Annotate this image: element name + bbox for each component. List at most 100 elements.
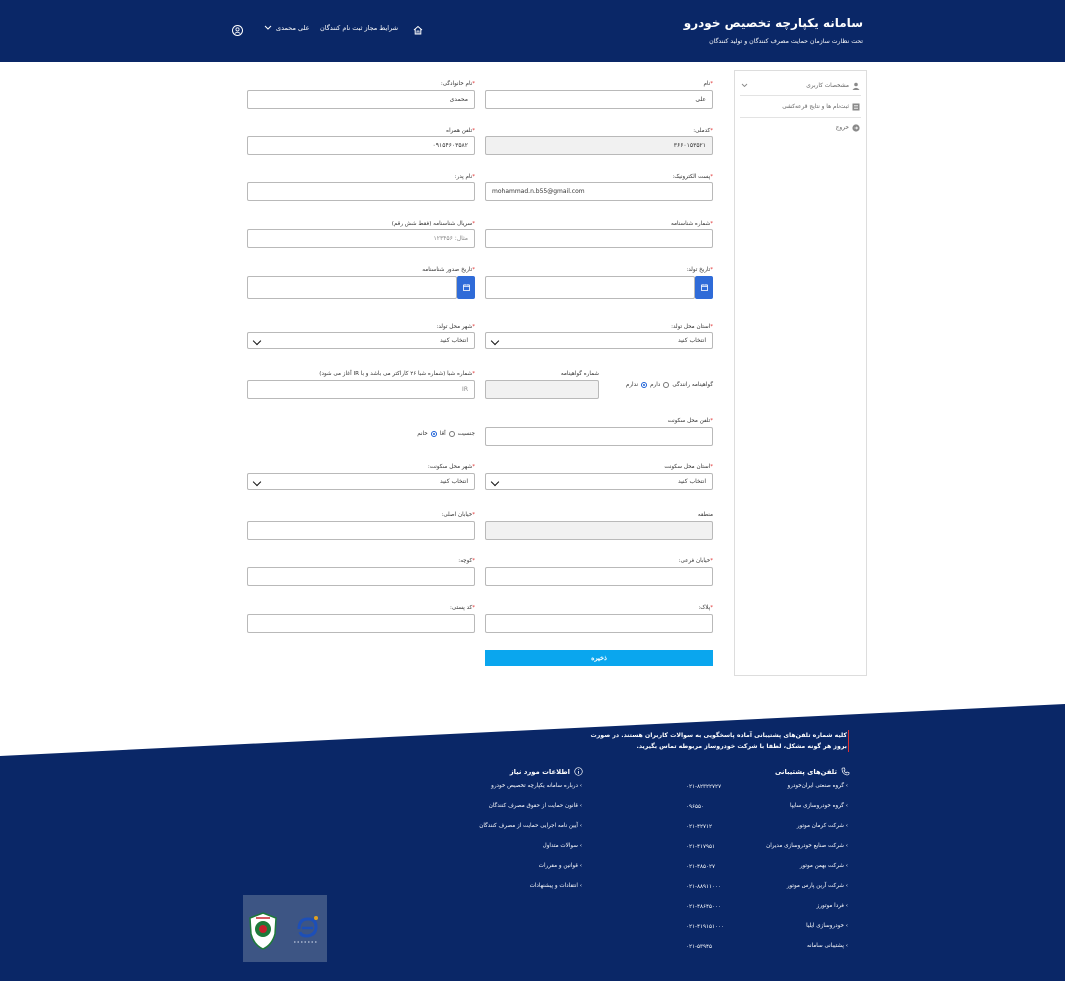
residence-province-label: *استان محل سکونت (664, 464, 713, 470)
info-link[interactable]: › قوانین و مقررات (539, 863, 582, 869)
residence-city-select[interactable]: انتخاب کنید (247, 473, 475, 490)
last-name-input[interactable]: محمدی (247, 90, 475, 109)
id-number-input[interactable] (485, 229, 713, 248)
info-link[interactable]: › درباره سامانه یکپارچه تخصیص خودرو (491, 783, 582, 789)
birth-city-select[interactable]: انتخاب کنید (247, 332, 475, 349)
profile-icon[interactable] (232, 25, 243, 36)
info-link[interactable]: › قانون حمایت از حقوق مصرف کنندگان (489, 803, 582, 809)
chevron-down-icon (252, 477, 262, 487)
nav-registration-rules[interactable]: شرایط مجاز ثبت نام کنندگان (320, 24, 398, 32)
support-phone-number: ۰۲۱-۴۱۹۱۵۱۰۰۰ (686, 924, 725, 930)
postal-code-input[interactable] (247, 614, 475, 633)
main-street-input[interactable] (247, 521, 475, 540)
birth-province-label: *استان محل تولد: (671, 324, 713, 330)
support-company-item[interactable]: › شرکت کرمان موتور (797, 823, 848, 829)
support-company-item[interactable]: › شرکت آرین پارس موتور (787, 883, 848, 889)
birth-date-calendar-button[interactable] (695, 276, 713, 299)
birth-province-select[interactable]: انتخاب کنید (485, 332, 713, 349)
sidebar-divider (740, 95, 861, 96)
support-company-item[interactable]: › شرکت صنایع خودروسازی مدیران (766, 843, 848, 849)
calendar-icon (462, 284, 470, 291)
residence-phone-input[interactable] (485, 427, 713, 446)
alley-label: *کوچه: (458, 558, 475, 564)
sidebar-item-profile[interactable]: مشخصات کاربری (806, 82, 860, 90)
enamad-trust-icon[interactable] (289, 911, 323, 949)
support-company-item[interactable]: › شرکت بهمن موتور (800, 863, 848, 869)
info-link[interactable]: › انتقادات و پیشنهادات (530, 883, 582, 889)
support-phone-number: ۰۲۱-۸۲۳۲۲۷۲۷ (686, 784, 722, 790)
mobile-label: *تلفن همراه (446, 128, 475, 134)
support-company-item[interactable]: › خودروسازی ایلیا (806, 923, 848, 929)
support-phone-number: ۰۲۱-۴۲۷۱۲ (686, 824, 713, 830)
id-issue-date-calendar-button[interactable] (457, 276, 475, 299)
support-company-item[interactable]: › فردا موتورز (817, 903, 848, 909)
home-icon[interactable] (412, 24, 424, 36)
calendar-icon (700, 284, 708, 291)
birth-date-input[interactable] (485, 276, 695, 299)
sheba-input[interactable]: IR (247, 380, 475, 399)
residence-phone-label: *تلفن محل سکونت (667, 418, 713, 424)
sidebar-item-label: ثبت‌نام ها و نتایج قرعه‌کشی (782, 104, 849, 110)
email-input[interactable]: mohammad.n.b55@gmail.com (485, 182, 713, 201)
id-serial-input[interactable]: مثال: ۱۲۳۴۵۶ (247, 229, 475, 248)
license-number-label: شماره گواهینامه (560, 371, 599, 377)
national-code-label: *کدملی: (693, 128, 713, 134)
mobile-input[interactable]: ۰۹۱۵۴۶۰۳۵۸۲ (247, 136, 475, 155)
license-hasnot-radio[interactable] (641, 382, 648, 388)
region-input (485, 521, 713, 540)
plaque-input[interactable] (485, 614, 713, 633)
id-issue-date-input[interactable] (247, 276, 457, 299)
first-name-label: *نام (703, 81, 713, 87)
first-name-input[interactable]: علی (485, 90, 713, 109)
user-menu[interactable]: علی محمدی (264, 24, 309, 32)
sidebar-divider (740, 117, 861, 118)
gender-label: جنسیت (457, 431, 475, 437)
license-has-label: دارم (650, 382, 661, 388)
sheba-label: *شماره شبا (شماره شبا ۲۶ کاراکتر می باشد… (319, 371, 475, 377)
sidebar: مشخصات کاربری ثبت‌نام ها و نتایج قرعه‌کش… (734, 70, 867, 676)
last-name-label: *نام خانوادگی: (440, 81, 475, 87)
support-phone-number: ۰۲۱-۴۱۷۹۵۱ (686, 844, 716, 850)
support-phone-number: ۰۲۱-۸۸۹۱۱۰۰۰ (686, 884, 722, 890)
info-heading: اطلاعات مورد نیاز (510, 767, 583, 776)
trust-badges (243, 895, 327, 962)
support-phone-number: ۰۲۱-۴۸۵۰۲۷ (686, 864, 716, 870)
gender-female-radio[interactable] (430, 431, 437, 437)
email-label: *پست الکترونیک: (672, 174, 713, 180)
footer-background (0, 704, 1065, 981)
plaque-label: *پلاک: (698, 605, 713, 611)
support-company-item[interactable]: › گروه خودروسازی سایپا (790, 803, 848, 809)
gender-male-radio[interactable] (448, 431, 455, 437)
sidebar-item-label: خروج (835, 125, 849, 131)
chevron-down-icon (264, 25, 272, 30)
residence-province-select[interactable]: انتخاب کنید (485, 473, 713, 490)
save-button[interactable]: ذخیره (485, 650, 713, 666)
father-name-label: *نام پدر: (454, 174, 475, 180)
birth-date-label: *تاریخ تولد: (686, 267, 713, 273)
info-link[interactable]: › سوالات متداول (543, 843, 582, 849)
chevron-down-icon (741, 83, 748, 88)
info-link[interactable]: › آیین نامه اجرایی حمایت از مصرف کنندگان (479, 823, 582, 829)
support-company-item[interactable]: › پشتیبانی سامانه (807, 943, 848, 949)
father-name-input[interactable] (247, 182, 475, 201)
license-has-radio[interactable] (663, 382, 670, 388)
support-phone-number: ۰۲۱-۵۳۹۴۵ (686, 944, 713, 950)
sidebar-item-logout[interactable]: خروج (836, 124, 860, 132)
gender-radio-group: جنسیت آقا خانم (417, 431, 475, 437)
site-subtitle: تحت نظارت سازمان حمایت مصرف کنندگان و تو… (709, 38, 863, 45)
birth-city-label: *شهر محل تولد: (436, 324, 475, 330)
license-number-input (485, 380, 599, 399)
main-street-label: *خیابان اصلی: (441, 512, 475, 518)
sidebar-item-registrations[interactable]: ثبت‌نام ها و نتایج قرعه‌کشی (782, 103, 860, 111)
alley-input[interactable] (247, 567, 475, 586)
id-issue-date-label: *تاریخ صدور شناسنامه (422, 267, 475, 273)
license-label: گواهینامه رانندگی (672, 382, 713, 388)
gender-female-label: خانم (417, 431, 428, 437)
info-icon (574, 767, 583, 776)
user-name: علی محمدی (276, 24, 310, 32)
police-badge-icon[interactable] (248, 912, 278, 950)
side-street-input[interactable] (485, 567, 713, 586)
footer-note-accent (848, 730, 849, 752)
support-company-item[interactable]: › گروه صنعتی ایران‌خودرو (787, 783, 848, 789)
side-street-label: *خیابان فرعی: (678, 558, 713, 564)
